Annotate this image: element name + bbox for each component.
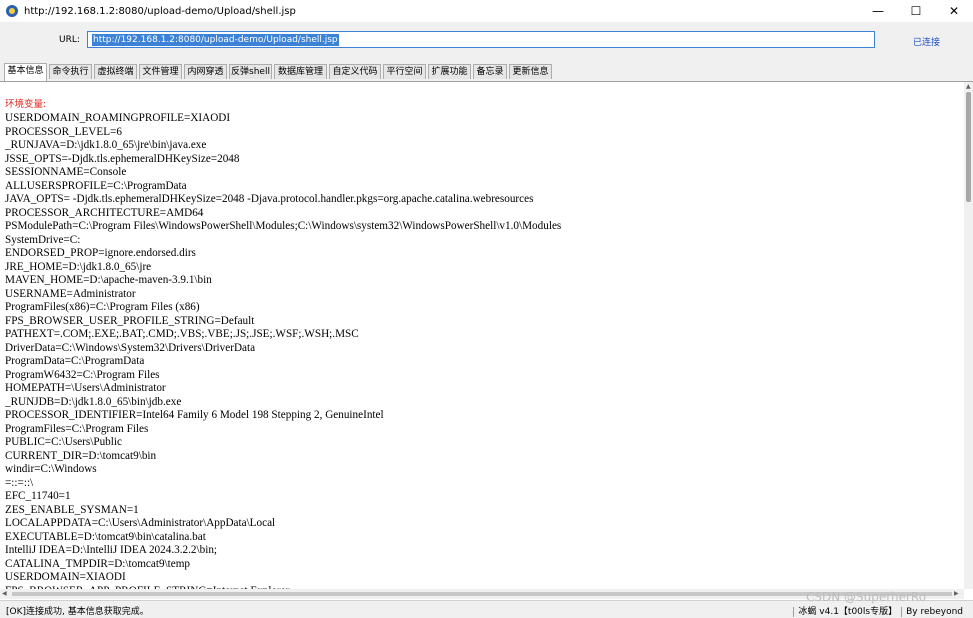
env-line: ProgramFiles(x86)=C:\Program Files (x86)	[5, 301, 200, 313]
env-line: SystemDrive=C:	[5, 233, 81, 246]
env-line: EXECUTABLE=D:\tomcat9\bin\catalina.bat	[5, 530, 206, 543]
env-line: PATHEXT=.COM;.EXE;.BAT;.CMD;.VBS;.VBE;.J…	[5, 328, 359, 340]
env-line: PROCESSOR_LEVEL=6	[5, 125, 122, 138]
tab-custom-code[interactable]: 自定义代码	[329, 64, 381, 79]
env-lines: USERDOMAIN_ROAMINGPROFILE=XIAODI PROCESSO…	[5, 112, 561, 589]
env-line: MAVEN_HOME=D:\apache-maven-3.9.1\bin	[5, 274, 212, 286]
scroll-up-icon[interactable]: ▲	[966, 83, 971, 90]
watermark: CSDN @SuperherRo	[806, 590, 927, 604]
tab-virtual-terminal[interactable]: 虚拟终端	[94, 64, 137, 79]
scroll-left-icon[interactable]: ◀	[2, 590, 7, 597]
env-line: FPS_BROWSER_USER_PROFILE_STRING=Default	[5, 314, 255, 327]
maximize-icon[interactable]: ☐	[897, 0, 935, 22]
env-line: IntelliJ IDEA=D:\IntelliJ IDEA 2024.3.2.…	[5, 544, 218, 556]
tab-reverse-shell[interactable]: 反弹shell	[229, 64, 272, 79]
url-value: http://192.168.1.2:8080/upload-demo/Uplo…	[92, 34, 339, 46]
env-line: PROCESSOR_IDENTIFIER=Intel64 Family 6 Mo…	[5, 409, 384, 421]
env-line: JRE_HOME=D:\jdk1.8.0_65\jre	[5, 260, 152, 273]
tab-database[interactable]: 数据库管理	[274, 64, 327, 79]
env-line: ALLUSERSPROFILE=C:\ProgramData	[5, 179, 187, 192]
env-line: PROCESSOR_ARCHITECTURE=AMD64	[5, 206, 204, 219]
env-line: JSSE_OPTS=-Djdk.tls.ephemeralDHKeySize=2…	[5, 152, 240, 165]
tab-memo[interactable]: 备忘录	[473, 64, 507, 79]
minimize-icon[interactable]: —	[859, 0, 897, 22]
env-line: USERDOMAIN=XIAODI	[5, 571, 126, 583]
status-message: [OK]连接成功, 基本信息获取完成。	[6, 607, 149, 617]
env-line: ProgramFiles=C:\Program Files	[5, 422, 149, 435]
env-line: _RUNJAVA=D:\jdk1.8.0_65\jre\bin\java.exe	[5, 139, 207, 151]
url-input[interactable]: http://192.168.1.2:8080/upload-demo/Uplo…	[87, 31, 875, 48]
env-line: ZES_ENABLE_SYSMAN=1	[5, 503, 139, 516]
window-controls: — ☐ ✕	[859, 0, 973, 22]
url-bar: URL: http://192.168.1.2:8080/upload-demo…	[0, 22, 973, 62]
env-line: USERNAME=Administrator	[5, 287, 136, 300]
vertical-scrollbar[interactable]: ▲	[964, 82, 973, 589]
env-line: LOCALAPPDATA=C:\Users\Administrator\AppD…	[5, 517, 276, 529]
tab-file-manager[interactable]: 文件管理	[139, 64, 182, 79]
env-line: USERDOMAIN_ROAMINGPROFILE=XIAODI	[5, 112, 231, 124]
env-line: SESSIONNAME=Console	[5, 166, 127, 178]
tab-parallel-space[interactable]: 平行空间	[383, 64, 426, 79]
env-line: PSModulePath=C:\Program Files\WindowsPow…	[5, 220, 562, 232]
title-bar: http://192.168.1.2:8080/upload-demo/Uplo…	[0, 0, 973, 22]
env-line: HOMEPATH=\Users\Administrator	[5, 382, 166, 394]
tab-intranet[interactable]: 内网穿透	[184, 64, 227, 79]
output-panel[interactable]: 环境变量: USERDOMAIN_ROAMINGPROFILE=XIAODI PR…	[0, 82, 964, 589]
footer-info: 冰蝎 v4.1【t00ls专版】 By rebeyond	[793, 604, 967, 617]
window-title: http://192.168.1.2:8080/upload-demo/Uplo…	[24, 5, 296, 17]
tab-basic-info[interactable]: 基本信息	[4, 63, 47, 81]
tab-command-exec[interactable]: 命令执行	[49, 64, 92, 79]
app-icon	[6, 5, 18, 17]
env-line: CATALINA_TMPDIR=D:\tomcat9\temp	[5, 557, 191, 570]
close-icon[interactable]: ✕	[935, 0, 973, 22]
tab-bar: 基本信息 命令执行 虚拟终端 文件管理 内网穿透 反弹shell 数据库管理 自…	[0, 62, 973, 82]
env-line: PUBLIC=C:\Users\Public	[5, 436, 122, 448]
env-line: ENDORSED_PROP=ignore.endorsed.dirs	[5, 247, 196, 259]
version-label: 冰蝎 v4.1【t00ls专版】	[793, 607, 902, 617]
tab-extensions[interactable]: 扩展功能	[428, 64, 471, 79]
url-label: URL:	[59, 35, 80, 45]
env-heading: 环境变量:	[5, 99, 47, 110]
tab-update-info[interactable]: 更新信息	[509, 64, 552, 79]
scroll-right-icon[interactable]: ▶	[954, 590, 959, 597]
env-line: _RUNJDB=D:\jdk1.8.0_65\bin\jdb.exe	[5, 395, 182, 408]
env-line: DriverData=C:\Windows\System32\Drivers\D…	[5, 341, 256, 354]
env-line: ProgramW6432=C:\Program Files	[5, 368, 160, 381]
author-label: By rebeyond	[901, 607, 967, 617]
env-line: windir=C:\Windows	[5, 463, 97, 475]
env-line: ProgramData=C:\ProgramData	[5, 355, 145, 367]
env-line: =::=::\	[5, 476, 34, 489]
vertical-scroll-thumb[interactable]	[966, 92, 971, 202]
env-line: JAVA_OPTS= -Djdk.tls.ephemeralDHKeySize=…	[5, 193, 534, 205]
env-line: EFC_11740=1	[5, 490, 71, 502]
connection-status[interactable]: 已连接	[913, 35, 940, 48]
env-line: CURRENT_DIR=D:\tomcat9\bin	[5, 449, 157, 462]
